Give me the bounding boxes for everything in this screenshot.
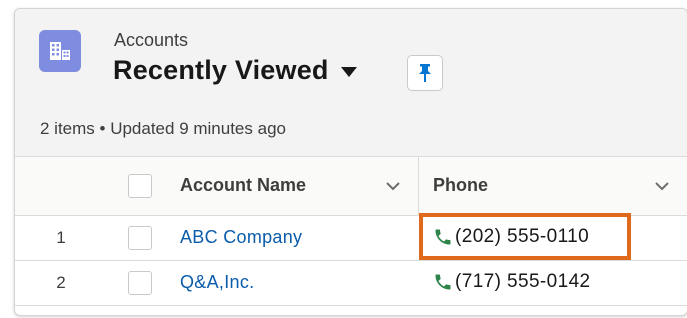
account-name-link[interactable]: Q&A,Inc. [180, 272, 254, 293]
list-view-picker[interactable]: Recently Viewed [113, 55, 357, 86]
column-header-account-name[interactable]: Account Name [180, 175, 306, 196]
table-row: 1 ABC Company (202) 555-0110 [15, 216, 687, 261]
list-view-title: Recently Viewed [113, 55, 329, 85]
row-checkbox[interactable] [128, 271, 152, 295]
select-all-checkbox[interactable] [128, 174, 152, 198]
phone-cell[interactable]: (717) 555-0142 [433, 271, 591, 293]
object-label: Accounts [114, 30, 189, 50]
list-status-text: 2 items • Updated 9 minutes ago [40, 119, 286, 138]
column-divider[interactable] [418, 157, 419, 215]
phone-number: (202) 555-0110 [455, 226, 590, 247]
account-name-link[interactable]: ABC Company [180, 227, 302, 248]
row-number: 2 [56, 273, 66, 292]
table-row: 2 Q&A,Inc. (717) 555-0142 [15, 261, 687, 306]
accounts-building-icon [39, 30, 81, 72]
pin-icon [419, 64, 431, 82]
caret-down-icon[interactable] [340, 66, 357, 77]
phone-number: (717) 555-0142 [455, 271, 591, 292]
column-header-phone[interactable]: Phone [433, 175, 488, 196]
list-view-header: Accounts Recently Viewed 2 items • Updat… [15, 9, 687, 157]
chevron-down-icon[interactable] [655, 179, 669, 193]
phone-icon [435, 274, 451, 290]
phone-cell[interactable]: (202) 555-0110 [433, 226, 589, 248]
row-number: 1 [56, 228, 66, 247]
table-header: Account Name Phone [15, 157, 687, 216]
pin-list-view-button[interactable] [407, 55, 443, 91]
list-view-card: Accounts Recently Viewed 2 items • Updat… [14, 8, 687, 316]
phone-icon [435, 229, 451, 245]
row-checkbox[interactable] [128, 226, 152, 250]
chevron-down-icon[interactable] [386, 179, 400, 193]
